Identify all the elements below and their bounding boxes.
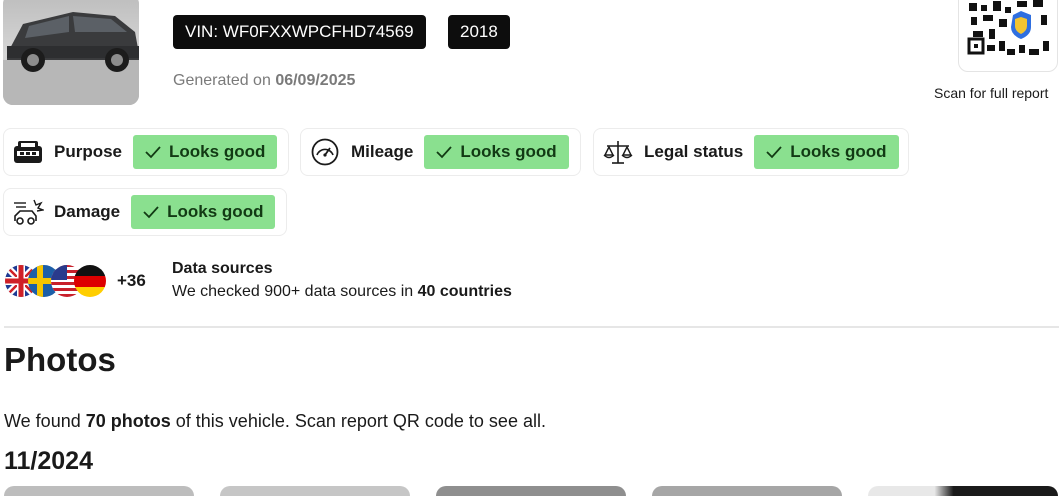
photos-count: 70 photos	[85, 411, 171, 431]
checkmark-icon	[436, 146, 453, 159]
check-card-legal-status[interactable]: Legal status Looks good	[593, 128, 909, 176]
vin-badge: VIN: WF0FXXWPCFHD74569	[173, 15, 426, 49]
status-text: Looks good	[169, 142, 266, 161]
status-badge: Looks good	[131, 195, 276, 229]
photo-thumbnail[interactable]	[436, 486, 626, 496]
data-sources-countries: 40 countries	[417, 283, 512, 300]
status-text: Looks good	[167, 202, 264, 221]
status-badge: Looks good	[754, 135, 899, 169]
checkmark-icon	[145, 146, 161, 159]
car-crash-icon	[12, 196, 44, 228]
check-label: Mileage	[351, 142, 414, 161]
year-badge: 2018	[448, 15, 510, 49]
status-badge: Looks good	[133, 135, 278, 169]
checkmark-icon	[143, 206, 159, 219]
photo-thumbnail[interactable]	[4, 486, 194, 496]
check-label: Purpose	[54, 142, 123, 161]
generated-prefix: Generated on	[173, 72, 271, 89]
speedometer-icon	[309, 136, 341, 168]
status-text: Looks good	[790, 142, 887, 161]
country-flags	[4, 264, 108, 298]
check-label: Legal status	[644, 142, 744, 161]
vehicle-thumbnail	[3, 0, 139, 105]
data-sources-title: Data sources	[172, 260, 273, 277]
germany-flag-icon	[74, 265, 106, 297]
taxi-car-icon	[12, 136, 44, 168]
check-card-mileage[interactable]: Mileage Looks good	[300, 128, 581, 176]
photos-text-prefix: We found	[4, 411, 81, 431]
qr-code[interactable]	[958, 0, 1058, 72]
section-divider	[4, 326, 1059, 328]
scales-icon	[602, 136, 634, 168]
photos-text-suffix: of this vehicle. Scan report QR code to …	[175, 411, 546, 431]
data-sources-description: We checked 900+ data sources in 40 count…	[172, 283, 512, 301]
checkmark-icon	[766, 146, 782, 159]
check-card-purpose[interactable]: Purpose Looks good	[3, 128, 289, 176]
check-label: Damage	[54, 202, 121, 221]
status-text: Looks good	[460, 142, 557, 161]
extra-countries-count: +36	[117, 271, 146, 290]
data-sources-text: We checked 900+ data sources in	[172, 283, 414, 300]
photo-thumbnail[interactable]	[652, 486, 842, 496]
photo-date-heading: 11/2024	[4, 447, 93, 475]
qr-caption: Scan for full report	[934, 85, 1049, 101]
photo-thumbnail[interactable]	[220, 486, 410, 496]
check-card-damage[interactable]: Damage Looks good	[3, 188, 287, 236]
photos-description: We found 70 photos of this vehicle. Scan…	[4, 411, 546, 432]
status-badge: Looks good	[424, 135, 569, 169]
photo-thumbnail[interactable]	[868, 486, 1058, 496]
photos-heading: Photos	[4, 341, 116, 378]
generated-date-value: 06/09/2025	[275, 72, 356, 89]
generated-date: Generated on 06/09/2025	[173, 72, 355, 90]
